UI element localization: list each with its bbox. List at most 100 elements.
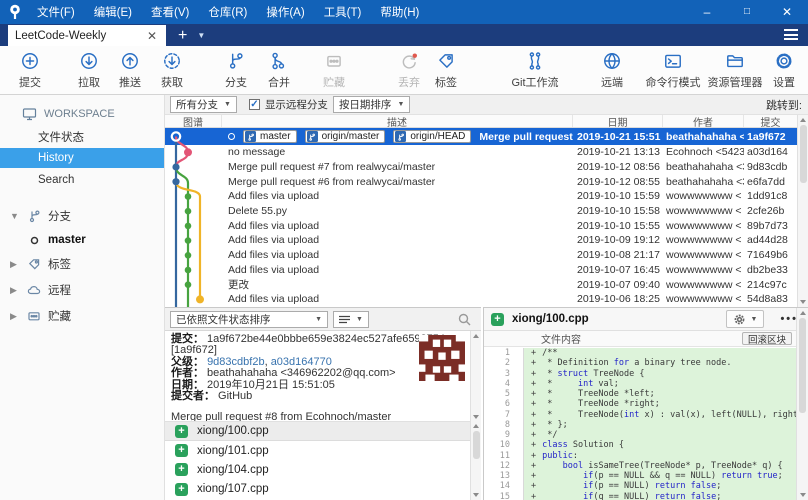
chevron-right-icon[interactable]: ▶ [10, 311, 20, 322]
line-number: 12 [484, 460, 524, 471]
commit-row[interactable]: 更改 2019-10-07 09:40 wowwwwwww < 214c97c [165, 277, 797, 292]
order-dropdown[interactable]: 按日期排序 ▼ [332, 96, 411, 113]
column-date[interactable]: 日期 [573, 115, 663, 129]
menu-item[interactable]: 文件(F) [37, 4, 75, 20]
column-graph[interactable]: 图谱 [165, 115, 222, 129]
commit-row[interactable]: master origin/master origin/HEAD Merge pul… [165, 128, 797, 145]
toolbar-tag-button[interactable]: 标签 [403, 51, 489, 90]
file-list-view-dropdown[interactable]: ▼ [333, 310, 369, 328]
toolbar-stash-button: 贮藏 [291, 51, 377, 90]
ref-badge[interactable]: origin/HEAD [393, 130, 472, 143]
repo-tab[interactable]: LeetCode-Weekly ✕ [8, 25, 166, 46]
stash-icon [324, 51, 344, 73]
commit-list-scrollbar[interactable] [797, 115, 808, 307]
changed-file-row[interactable]: + xiong/107.cpp [165, 480, 481, 499]
diff-options-button[interactable]: ▼ [725, 310, 765, 328]
sidebar-branch-master[interactable]: master [0, 229, 164, 251]
changed-file-row[interactable]: + xiong/101.cpp [165, 441, 481, 460]
search-icon[interactable] [458, 313, 471, 326]
line-number: 13 [484, 471, 524, 482]
line-number: 3 [484, 368, 524, 379]
menu-item[interactable]: 帮助(H) [380, 4, 419, 20]
ref-badge[interactable]: origin/master [304, 130, 386, 143]
changed-file-row[interactable]: + xiong/100.cpp [165, 422, 481, 442]
commit-row[interactable]: no message 2019-10-21 13:13 Ecohnoch <54… [165, 145, 797, 160]
commit-row[interactable]: Delete 55.py 2019-10-10 15:58 wowwwwwww … [165, 204, 797, 219]
menu-item[interactable]: 编辑(E) [94, 4, 132, 20]
parent-hash-link[interactable]: a03d164770 [271, 356, 332, 368]
diff-line: 11 + public: [484, 450, 796, 461]
chevron-down-icon[interactable]: ▼ [10, 211, 20, 221]
show-remote-checkbox[interactable]: ✓ 显示远程分支 [248, 97, 328, 112]
menu-item[interactable]: 仓库(R) [208, 4, 247, 20]
column-description[interactable]: 描述 [222, 115, 573, 129]
toolbar-settings-button[interactable]: 设置 [741, 51, 808, 90]
commit-table-header: 图谱 描述 日期 作者 提交 [165, 115, 797, 129]
commit-row[interactable]: Merge pull request #6 from realwycai/mas… [165, 174, 797, 189]
diff-scrollbar[interactable] [796, 308, 808, 500]
chevron-right-icon[interactable]: ▶ [10, 259, 20, 270]
new-tab-button[interactable]: + [178, 26, 187, 46]
commit-row[interactable]: Add files via upload 2019-10-08 21:17 wo… [165, 248, 797, 263]
commit-hash: 89b7d73 [747, 219, 788, 232]
sourcetree-window: 文件(F) 编辑(E) 查看(V) 仓库(R) 操作(A) 工具(T) 帮助(H) – □ … [0, 0, 808, 500]
parent-hash-link[interactable]: 9d83cdbf2b [207, 356, 265, 368]
commit-description: no message [228, 146, 286, 159]
chevron-down-icon: ▼ [397, 101, 405, 108]
file-sort-dropdown[interactable]: 已依照文件状态排序 ▼ [170, 310, 328, 328]
menu-item[interactable]: 查看(V) [151, 4, 189, 20]
maximize-button[interactable]: □ [740, 5, 754, 19]
commit-row[interactable]: Add files via upload 2019-10-10 15:59 wo… [165, 189, 797, 204]
commit-detail-panel: 提交： 1a9f672be44e0bbbe659e3824ec527afe659… [165, 330, 481, 421]
diff-line: 6 + * TreeNode *right; [484, 399, 796, 410]
commit-row[interactable]: Add files via upload 2019-10-07 16:45 wo… [165, 263, 797, 278]
column-commit[interactable]: 提交 [744, 115, 797, 129]
diff-line: 9 + */ [484, 430, 796, 441]
commit-date: 2019-10-09 19:12 [577, 234, 660, 247]
file-list-scrollbar[interactable] [470, 421, 481, 500]
menu-item[interactable]: 操作(A) [266, 4, 304, 20]
commit-date: 2019-10-07 09:40 [577, 278, 660, 291]
sidebar-section-branch[interactable]: ▼ 分支 [0, 203, 164, 229]
tab-dropdown-icon[interactable]: ▼ [197, 26, 205, 46]
diff-file-name: xiong/100.cpp [512, 313, 589, 325]
revert-hunk-button[interactable]: 回滚区块 [741, 332, 792, 346]
added-file-icon: + [175, 424, 188, 438]
chevron-right-icon[interactable]: ▶ [10, 285, 20, 296]
minimize-button[interactable]: – [700, 5, 714, 19]
commit-row[interactable]: Add files via upload 2019-10-09 19:12 wo… [165, 233, 797, 248]
branch-filter-dropdown[interactable]: 所有分支 ▼ [170, 96, 237, 113]
line-number: 11 [484, 450, 524, 461]
commit-date: 2019-10-12 08:56 [577, 161, 660, 174]
commit-author: wowwwwwww < [666, 205, 742, 218]
sidebar-section-stash[interactable]: ▶ 贮藏 [0, 303, 164, 329]
sidebar: WORKSPACE 文件状态 History Search ▼ 分支 master … [0, 95, 165, 500]
commit-date: 2019-10-10 15:59 [577, 190, 660, 203]
menu-item[interactable]: 工具(T) [324, 4, 362, 20]
commit-row[interactable]: Add files via upload 2019-10-10 15:55 wo… [165, 218, 797, 233]
commit-row[interactable]: Merge pull request #7 from realwycai/mas… [165, 160, 797, 175]
changed-file-row[interactable]: + xiong/104.cpp [165, 460, 481, 479]
column-author[interactable]: 作者 [663, 115, 744, 129]
added-line-marker: + [531, 440, 537, 451]
sidebar-item-文件状态[interactable]: 文件状态 [0, 127, 164, 146]
sidebar-item-history[interactable]: History [0, 148, 164, 168]
commit-hash: ad44d28 [747, 234, 788, 247]
commit-description: Add files via upload [228, 219, 320, 232]
sidebar-section-tag[interactable]: ▶ 标签 [0, 251, 164, 277]
sidebar-section-cloud[interactable]: ▶ 远程 [0, 277, 164, 303]
close-button[interactable]: ✕ [780, 5, 794, 19]
gear-icon [734, 314, 744, 324]
ref-badge[interactable]: master [243, 130, 297, 143]
added-line-marker: + [531, 368, 537, 379]
added-file-icon: + [175, 444, 188, 458]
commit-row[interactable]: Add files via upload 2019-10-06 18:25 wo… [165, 292, 797, 307]
sidebar-item-search[interactable]: Search [0, 170, 164, 189]
commit-icon [20, 51, 40, 73]
added-line-marker: + [531, 399, 537, 410]
toolbar-gitflow-button[interactable]: Git工作流 [492, 51, 578, 90]
added-line-marker: + [531, 460, 537, 471]
tab-close-icon[interactable]: ✕ [145, 29, 159, 43]
detail-scrollbar[interactable] [470, 331, 481, 421]
tab-overflow-menu-icon[interactable] [784, 29, 798, 46]
